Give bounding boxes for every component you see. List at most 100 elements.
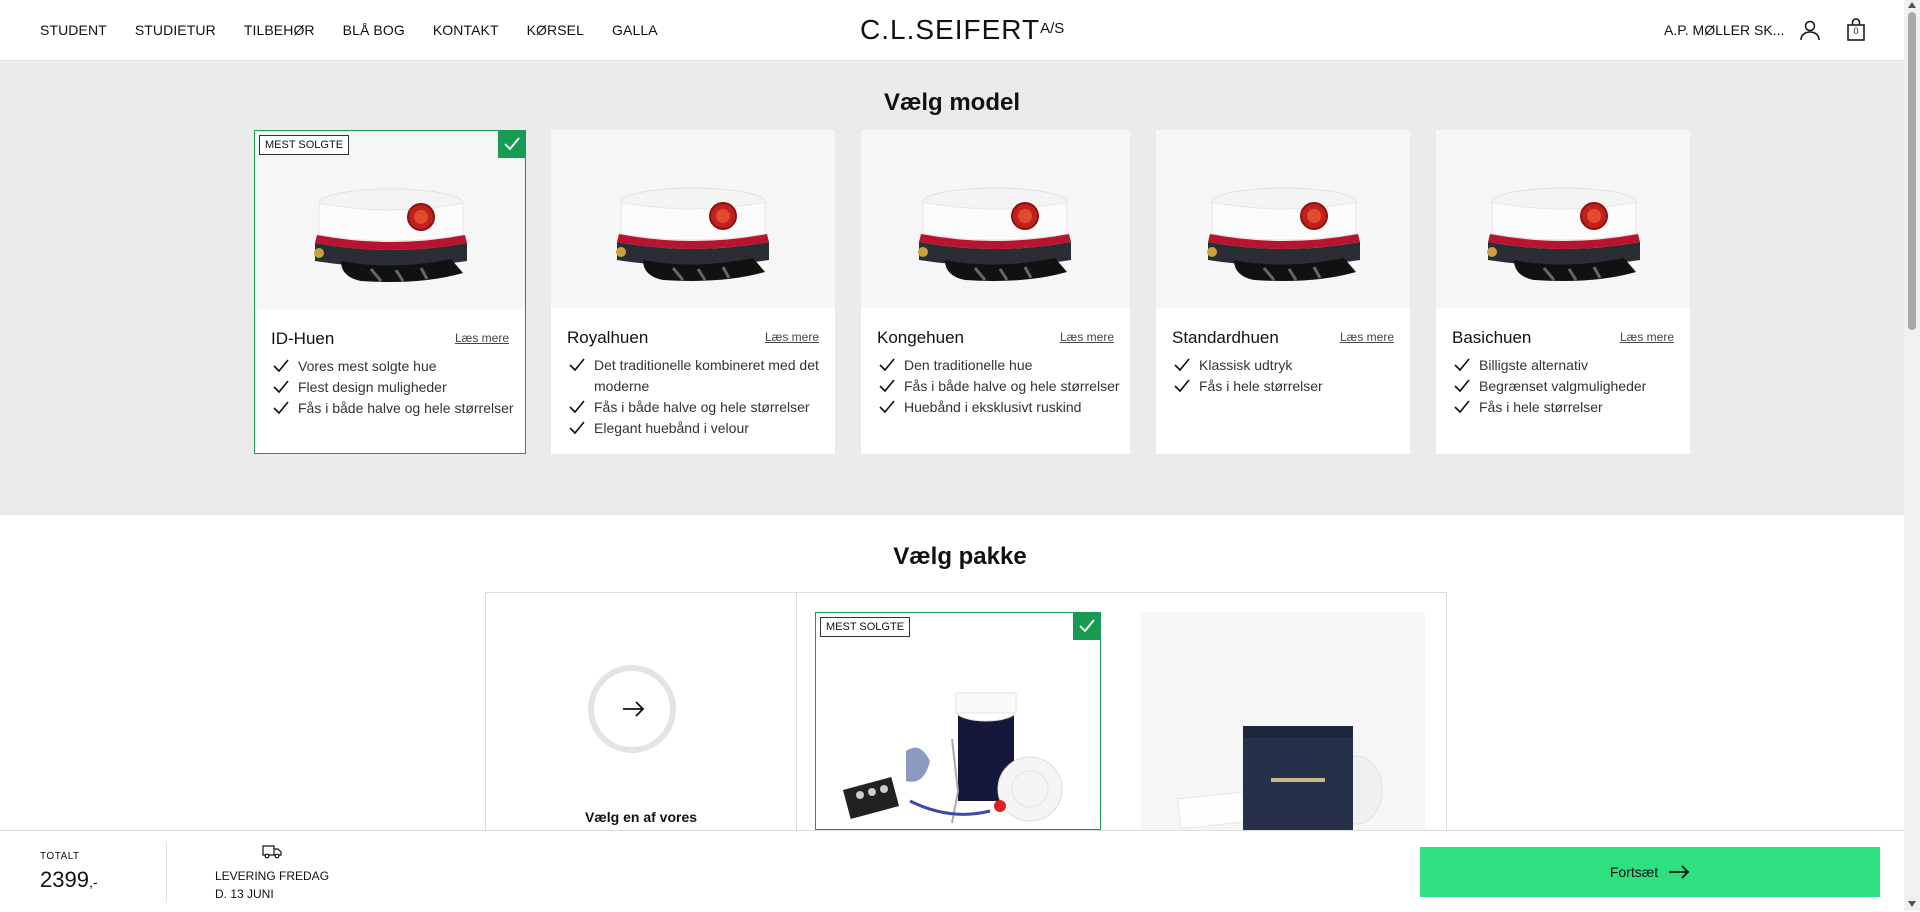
- choose-text: Vælg en af vores: [584, 809, 698, 825]
- read-more-link[interactable]: Læs mere: [765, 330, 819, 344]
- check-icon: [273, 380, 289, 394]
- model-name: Kongehuen: [877, 328, 964, 347]
- feature-text: Vores mest solgte hue: [298, 358, 437, 374]
- read-more-link[interactable]: Læs mere: [455, 331, 509, 345]
- read-more-link[interactable]: Læs mere: [1620, 330, 1674, 344]
- nav-galla[interactable]: GALLA: [612, 22, 658, 38]
- feature-text: Klassisk udtryk: [1199, 357, 1293, 373]
- school-selector[interactable]: A.P. MØLLER SK...: [1664, 22, 1784, 38]
- check-icon: [879, 379, 895, 393]
- nav-studietur[interactable]: STUDIETUR: [135, 22, 216, 38]
- feature-text: Fås i både halve og hele størrelser: [298, 400, 514, 416]
- selected-check-icon: [1073, 612, 1101, 640]
- choose-circle: [588, 665, 676, 753]
- model-name: ID-Huen: [271, 329, 335, 348]
- hat-image: [301, 173, 481, 283]
- main-nav: STUDENT STUDIETUR TILBEHØR BLÅ BOG KONTA…: [40, 0, 686, 60]
- feature-text: Fås i hele størrelser: [1479, 399, 1603, 415]
- feature-item: Huebånd i eksklusivt ruskind: [879, 397, 1120, 418]
- check-icon: [569, 421, 585, 435]
- site-logo[interactable]: C.L.SEIFERTA/S: [860, 14, 1064, 46]
- scroll-up-arrow[interactable]: [1908, 2, 1916, 8]
- best-seller-badge: MEST SOLGTE: [259, 135, 350, 155]
- cart-count: 0: [1853, 26, 1859, 36]
- nav-kontakt[interactable]: KONTAKT: [433, 22, 499, 38]
- feature-text: Fås i både halve og hele størrelser: [594, 399, 810, 415]
- feature-list: Billigste alternativ Begrænset valgmulig…: [1454, 355, 1680, 418]
- feature-item: Fås i både halve og hele størrelser: [879, 376, 1120, 397]
- model-card-id-huen[interactable]: MEST SOLGTE ID-Huen Læs mere Vores mest …: [254, 130, 526, 454]
- hat-image: [603, 172, 783, 282]
- model-name: Royalhuen: [567, 328, 649, 347]
- model-card-royalhuen[interactable]: Royalhuen Læs mere Det traditionelle kom…: [551, 130, 835, 454]
- cart-button[interactable]: 0: [1844, 18, 1868, 42]
- feature-text: Flest design muligheder: [298, 379, 447, 395]
- feature-item: Billigste alternativ: [1454, 355, 1680, 376]
- best-seller-badge: MEST SOLGTE: [820, 617, 911, 637]
- feature-text: Billigste alternativ: [1479, 357, 1588, 373]
- card-image-area: [1436, 130, 1690, 308]
- feature-item: Fås i både halve og hele størrelser: [273, 398, 515, 419]
- check-icon: [569, 400, 585, 414]
- check-icon: [569, 358, 585, 372]
- continue-button[interactable]: Fortsæt: [1420, 847, 1880, 897]
- nav-korsel[interactable]: KØRSEL: [527, 22, 584, 38]
- package-choose-option[interactable]: Vælg en af vores: [486, 593, 796, 830]
- package-card-best-seller[interactable]: MEST SOLGTE: [815, 612, 1101, 830]
- logo-text: C.L.SEIFERT: [860, 14, 1041, 45]
- site-header: STUDENT STUDIETUR TILBEHØR BLÅ BOG KONTA…: [0, 0, 1904, 61]
- check-icon: [1454, 400, 1470, 414]
- feature-text: Huebånd i eksklusivt ruskind: [904, 399, 1082, 415]
- feature-item: Det traditionelle kombineret med det mod…: [569, 355, 825, 397]
- arrow-right-icon: [623, 701, 645, 717]
- feature-text: Den traditionelle hue: [904, 357, 1033, 373]
- delivery-line-1: LEVERING FREDAG: [215, 869, 330, 883]
- feature-item: Fås i hele størrelser: [1174, 376, 1400, 397]
- nav-tilbehor[interactable]: TILBEHØR: [244, 22, 315, 38]
- feature-text: Elegant huebånd i velour: [594, 420, 749, 436]
- feature-text: Fås i både halve og hele størrelser: [904, 378, 1120, 394]
- card-image-area: [551, 130, 835, 308]
- read-more-link[interactable]: Læs mere: [1060, 330, 1114, 344]
- check-icon: [273, 401, 289, 415]
- card-image-area: [861, 130, 1130, 308]
- delivery-info: LEVERING FREDAG D. 13 JUNI: [215, 867, 329, 903]
- scroll-thumb[interactable]: [1908, 12, 1916, 330]
- feature-item: Elegant huebånd i velour: [569, 418, 825, 439]
- scroll-down-arrow[interactable]: [1908, 901, 1916, 907]
- feature-item: Begrænset valgmuligheder: [1454, 376, 1680, 397]
- check-icon: [1454, 358, 1470, 372]
- nav-student[interactable]: STUDENT: [40, 22, 107, 38]
- package-card-box[interactable]: [1141, 612, 1425, 830]
- check-icon: [1454, 379, 1470, 393]
- feature-item: Vores mest solgte hue: [273, 356, 515, 377]
- model-card-basichuen[interactable]: Basichuen Læs mere Billigste alternativ …: [1436, 130, 1690, 454]
- package-divider: [796, 593, 797, 833]
- feature-text: Begrænset valgmuligheder: [1479, 378, 1647, 394]
- package-image: [1177, 726, 1383, 830]
- feature-item: Fås i hele størrelser: [1454, 397, 1680, 418]
- bar-divider: [166, 843, 167, 901]
- model-section-title: Vælg model: [883, 89, 1021, 116]
- hat-image: [1194, 172, 1374, 282]
- check-icon: [879, 400, 895, 414]
- feature-item: Klassisk udtryk: [1174, 355, 1400, 376]
- model-card-kongehuen[interactable]: Kongehuen Læs mere Den traditionelle hue…: [861, 130, 1130, 454]
- page-scrollbar[interactable]: [1904, 0, 1920, 911]
- package-image: [842, 692, 1063, 824]
- delivery-line-2: D. 13 JUNI: [215, 887, 274, 901]
- nav-blaa-bog[interactable]: BLÅ BOG: [343, 22, 405, 38]
- total-price: 2399,-: [40, 867, 98, 893]
- total-amount: 2399: [40, 867, 89, 892]
- model-name: Standardhuen: [1172, 328, 1279, 347]
- logo-suffix: A/S: [1040, 20, 1065, 37]
- feature-list: Den traditionelle hue Fås i både halve o…: [879, 355, 1120, 418]
- card-image-area: [1156, 130, 1410, 308]
- check-icon: [879, 358, 895, 372]
- model-card-standardhuen[interactable]: Standardhuen Læs mere Klassisk udtryk Få…: [1156, 130, 1410, 454]
- feature-text: Fås i hele størrelser: [1199, 378, 1323, 394]
- read-more-link[interactable]: Læs mere: [1340, 330, 1394, 344]
- hat-image: [1474, 172, 1654, 282]
- check-icon: [1174, 358, 1190, 372]
- user-icon[interactable]: [1798, 18, 1822, 42]
